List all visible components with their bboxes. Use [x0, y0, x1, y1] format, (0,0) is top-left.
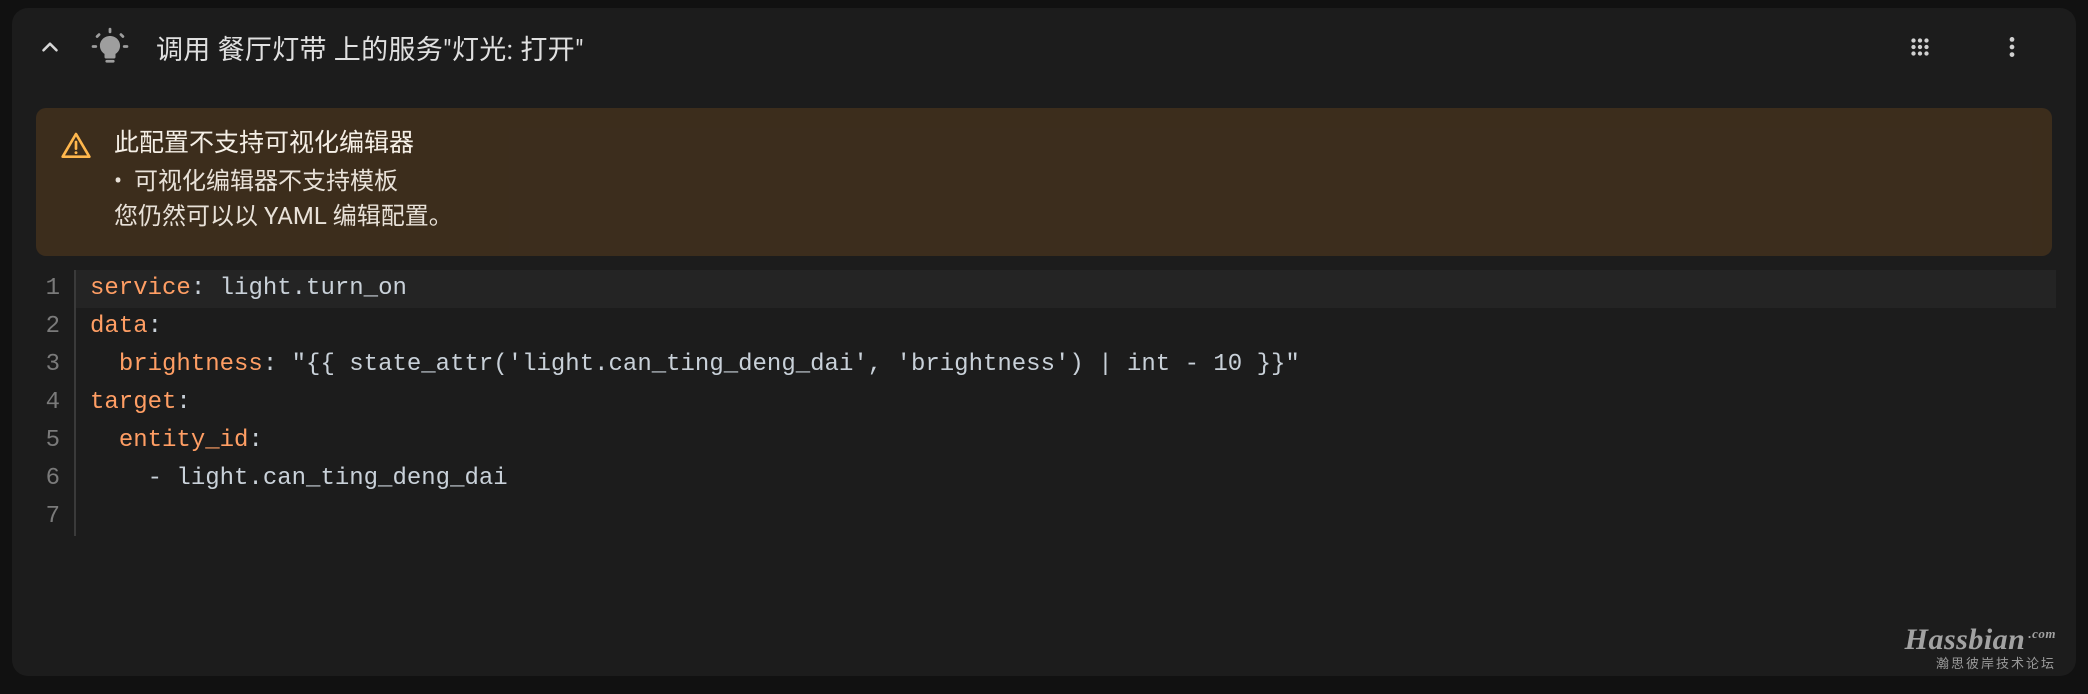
- action-type-icon: [88, 25, 132, 69]
- code-line: target:: [90, 384, 2052, 422]
- watermark-sub: 瀚思彼岸技术论坛: [1905, 657, 2056, 670]
- code-line: - light.can_ting_deng_dai: [90, 460, 2052, 498]
- code-line: data:: [90, 308, 2052, 346]
- yaml-key: data: [90, 313, 148, 340]
- header-right: [1900, 27, 2052, 67]
- watermark-main: Hassbian: [1905, 625, 2026, 655]
- warning-footer: 您仍然可以以 YAML 编辑配置。: [114, 199, 453, 234]
- line-number: 6: [36, 460, 62, 498]
- dots-vertical-icon: [1999, 34, 2025, 60]
- visual-editor-warning: 此配置不支持可视化编辑器 可视化编辑器不支持模板 您仍然可以以 YAML 编辑配…: [36, 108, 2052, 256]
- reorder-button[interactable]: [1900, 27, 1940, 67]
- overflow-menu-button[interactable]: [1992, 27, 2032, 67]
- line-number: 2: [36, 308, 62, 346]
- warning-reason: 可视化编辑器不支持模板: [114, 164, 453, 199]
- yaml-value: light.turn_on: [220, 275, 407, 302]
- line-number: 7: [36, 498, 62, 536]
- line-number: 3: [36, 346, 62, 384]
- lightbulb-on-icon: [88, 25, 132, 69]
- line-number: 4: [36, 384, 62, 422]
- warning-icon: [60, 130, 92, 166]
- yaml-key: brightness: [119, 351, 263, 378]
- line-number: 1: [36, 270, 62, 308]
- yaml-editor[interactable]: 1 2 3 4 5 6 7 service: light.turn_on dat…: [36, 270, 2052, 536]
- yaml-key: service: [90, 275, 191, 302]
- code-line: entity_id:: [90, 422, 2052, 460]
- card-title: 调用 餐厅灯带 上的服务"灯光: 打开": [156, 28, 584, 67]
- code-area[interactable]: service: light.turn_on data: brightness:…: [76, 270, 2052, 536]
- card-header: 调用 餐厅灯带 上的服务"灯光: 打开": [12, 8, 2076, 86]
- service-call-card: 调用 餐厅灯带 上的服务"灯光: 打开": [12, 8, 2076, 676]
- chevron-up-icon: [37, 34, 63, 60]
- yaml-value: "{{ state_attr('light.can_ting_deng_dai'…: [292, 351, 1300, 378]
- collapse-button[interactable]: [36, 33, 64, 61]
- watermark: Hassbian.com 瀚思彼岸技术论坛: [1905, 625, 2056, 670]
- yaml-key: entity_id: [119, 427, 249, 454]
- code-line: service: light.turn_on: [76, 270, 2056, 308]
- code-line: [90, 498, 2052, 536]
- yaml-value: light.can_ting_deng_dai: [176, 465, 507, 492]
- warning-body: 此配置不支持可视化编辑器 可视化编辑器不支持模板 您仍然可以以 YAML 编辑配…: [114, 126, 453, 234]
- header-left: 调用 餐厅灯带 上的服务"灯光: 打开": [36, 25, 1900, 69]
- line-number: 5: [36, 422, 62, 460]
- warning-title: 此配置不支持可视化编辑器: [114, 126, 453, 162]
- line-gutter: 1 2 3 4 5 6 7: [36, 270, 76, 536]
- watermark-domain: .com: [2028, 627, 2056, 640]
- yaml-key: target: [90, 389, 176, 416]
- code-line: brightness: "{{ state_attr('light.can_ti…: [90, 346, 2052, 384]
- dialpad-icon: [1907, 34, 1933, 60]
